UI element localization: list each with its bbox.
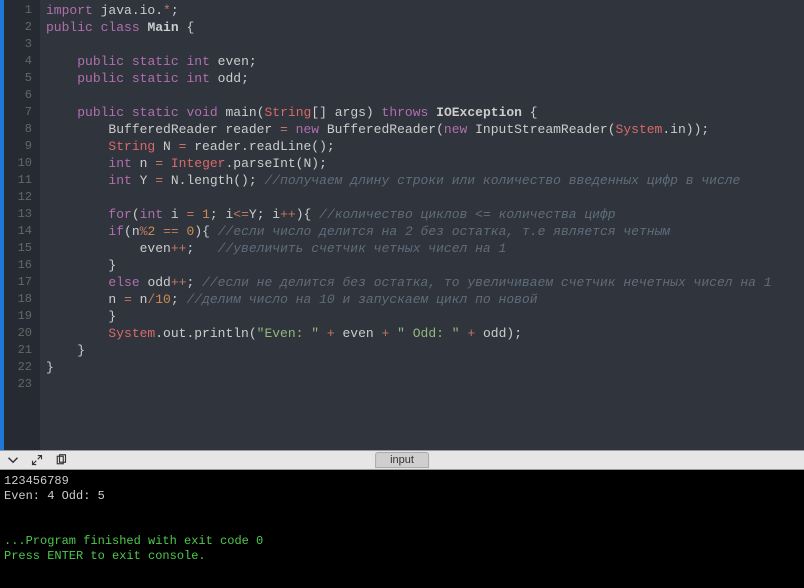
- console-line: ...Program finished with exit code 0: [4, 534, 800, 549]
- line-number: 18: [4, 291, 32, 308]
- code-line[interactable]: [46, 36, 804, 53]
- code-line[interactable]: public static void main(String[] args) t…: [46, 104, 804, 121]
- code-line[interactable]: int n = Integer.parseInt(N);: [46, 155, 804, 172]
- line-number: 19: [4, 308, 32, 325]
- line-number: 7: [4, 104, 32, 121]
- code-line[interactable]: }: [46, 359, 804, 376]
- code-line[interactable]: }: [46, 342, 804, 359]
- code-line[interactable]: import java.io.*;: [46, 2, 804, 19]
- line-number: 9: [4, 138, 32, 155]
- code-line[interactable]: }: [46, 308, 804, 325]
- code-line[interactable]: n = n/10; //делим число на 10 и запускае…: [46, 291, 804, 308]
- line-number: 6: [4, 87, 32, 104]
- line-number: 3: [4, 36, 32, 53]
- line-number: 14: [4, 223, 32, 240]
- console-line: [4, 504, 800, 519]
- code-line[interactable]: }: [46, 257, 804, 274]
- line-number: 16: [4, 257, 32, 274]
- code-line[interactable]: if(n%2 == 0){ //если число делится на 2 …: [46, 223, 804, 240]
- code-line[interactable]: public class Main {: [46, 19, 804, 36]
- line-number: 22: [4, 359, 32, 376]
- code-line[interactable]: [46, 189, 804, 206]
- code-line[interactable]: even++; //увеличить счетчик четных чисел…: [46, 240, 804, 257]
- code-line[interactable]: String N = reader.readLine();: [46, 138, 804, 155]
- line-number-gutter[interactable]: 1234567891011121314151617181920212223: [4, 0, 40, 450]
- chevron-down-icon[interactable]: [6, 453, 20, 467]
- expand-icon[interactable]: [30, 453, 44, 467]
- code-line[interactable]: BufferedReader reader = new BufferedRead…: [46, 121, 804, 138]
- line-number: 4: [4, 53, 32, 70]
- line-number: 10: [4, 155, 32, 172]
- code-line[interactable]: System.out.println("Even: " + even + " O…: [46, 325, 804, 342]
- line-number: 15: [4, 240, 32, 257]
- code-line[interactable]: int Y = N.length(); //получаем длину стр…: [46, 172, 804, 189]
- line-number: 5: [4, 70, 32, 87]
- code-line[interactable]: [46, 376, 804, 393]
- line-number: 1: [4, 2, 32, 19]
- code-line[interactable]: public static int odd;: [46, 70, 804, 87]
- code-line[interactable]: public static int even;: [46, 53, 804, 70]
- line-number: 11: [4, 172, 32, 189]
- code-editor[interactable]: import java.io.*;public class Main { pub…: [40, 0, 804, 450]
- console-line: Press ENTER to exit console.: [4, 549, 800, 564]
- code-line[interactable]: [46, 87, 804, 104]
- console-line: 123456789: [4, 474, 800, 489]
- line-number: 20: [4, 325, 32, 342]
- line-number: 21: [4, 342, 32, 359]
- code-line[interactable]: for(int i = 1; i<=Y; i++){ //количество …: [46, 206, 804, 223]
- console-line: [4, 519, 800, 534]
- input-tab[interactable]: input: [375, 452, 429, 468]
- line-number: 2: [4, 19, 32, 36]
- line-number: 8: [4, 121, 32, 138]
- line-number: 23: [4, 376, 32, 393]
- editor-area: 1234567891011121314151617181920212223 im…: [0, 0, 804, 450]
- console-line: Even: 4 Odd: 5: [4, 489, 800, 504]
- console-output[interactable]: 123456789Even: 4 Odd: 5 ...Program finis…: [0, 470, 804, 588]
- console-panel-bar: input: [0, 450, 804, 470]
- line-number: 12: [4, 189, 32, 206]
- code-line[interactable]: else odd++; //если не делится без остатк…: [46, 274, 804, 291]
- line-number: 17: [4, 274, 32, 291]
- copy-icon[interactable]: [54, 453, 68, 467]
- line-number: 13: [4, 206, 32, 223]
